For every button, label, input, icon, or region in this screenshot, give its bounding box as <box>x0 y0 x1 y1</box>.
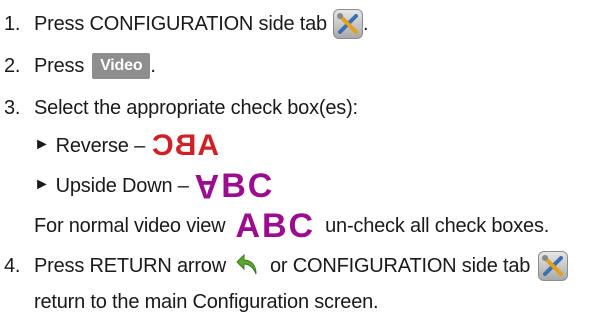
tools-icon <box>332 9 363 39</box>
step-4-continuation: return to the main Configuration screen. <box>0 284 379 320</box>
tools-icon <box>538 251 569 281</box>
step-4-text-line2: return to the main Configuration screen. <box>34 291 379 313</box>
return-arrow-icon <box>234 252 262 280</box>
bullet-arrow-icon: ► <box>34 136 50 153</box>
normal-text-after: un-check all check boxes. <box>325 215 550 237</box>
reverse-option: ► Reverse – ABC <box>0 128 219 164</box>
normal-sample: ABC <box>235 207 316 245</box>
step-2: 2. Press Video . <box>0 48 156 84</box>
step-4: 4. Press RETURN arrow or CONFIGURATION s… <box>0 248 569 284</box>
upside-down-label: Upside Down – <box>55 175 189 197</box>
video-button[interactable]: Video <box>92 53 151 79</box>
bullet-arrow-icon: ► <box>34 176 50 193</box>
step-3-number: 3. <box>4 97 21 119</box>
step-1-text: Press CONFIGURATION side tab <box>34 13 327 35</box>
step-4-text-before: Press RETURN arrow <box>34 255 226 277</box>
reverse-label: Reverse – <box>55 135 146 157</box>
step-2-suffix: . <box>150 55 156 77</box>
reverse-sample: ABC <box>151 129 219 162</box>
normal-view-note: For normal video view ABC un-check all c… <box>0 208 549 244</box>
step-3: 3. Select the appropriate check box(es): <box>0 90 358 126</box>
step-2-number: 2. <box>4 55 21 77</box>
step-1-number: 1. <box>4 13 21 35</box>
step-1-suffix: . <box>362 13 369 35</box>
upside-down-sample: ABC <box>194 167 275 205</box>
normal-text-before: For normal video view <box>34 215 226 237</box>
upside-down-option: ► Upside Down – ABC <box>0 167 275 205</box>
step-2-text: Press <box>34 55 85 77</box>
step-1: 1. Press CONFIGURATION side tab . <box>0 6 369 42</box>
step-4-text-after: or CONFIGURATION side tab <box>269 255 531 277</box>
step-4-number: 4. <box>4 255 21 277</box>
step-3-text: Select the appropriate check box(es): <box>34 97 358 119</box>
